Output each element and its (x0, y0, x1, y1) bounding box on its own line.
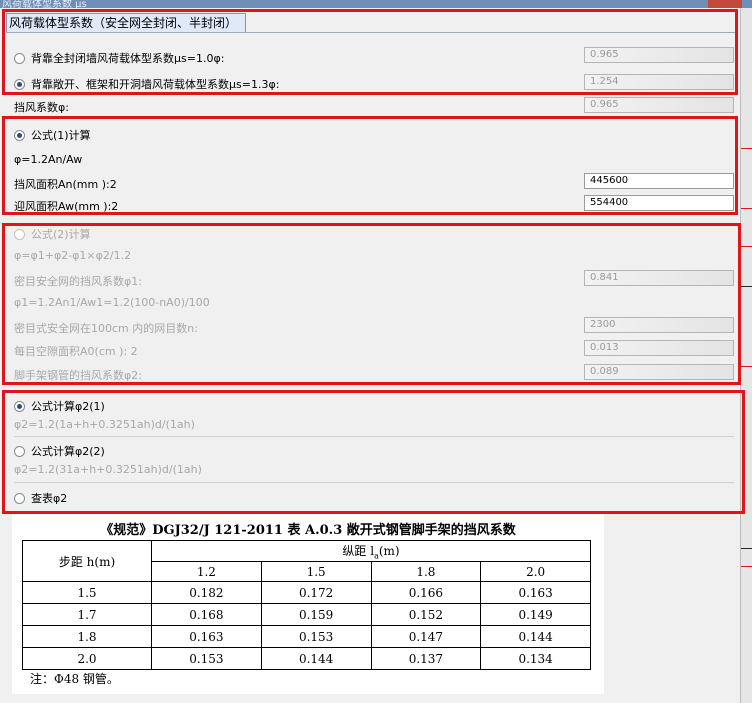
col-group-header: 纵距 la(m) (151, 540, 591, 562)
highlight-box (2, 116, 738, 215)
side-marker (741, 366, 752, 367)
table-cell: 0.147 (370, 625, 482, 648)
table-cell: 0.149 (480, 603, 591, 626)
table-cell: 0.163 (480, 581, 591, 604)
side-marker (741, 566, 752, 567)
window-close-button[interactable] (708, 0, 742, 8)
col-header: 1.5 (260, 561, 372, 582)
table-cell: 0.168 (151, 603, 262, 626)
table-row: 1.5 0.182 0.172 0.166 0.163 (22, 581, 591, 604)
row-header: 步距 h(m) (22, 540, 152, 582)
table-cell: 0.153 (151, 647, 262, 670)
table-cell: 0.137 (370, 647, 482, 670)
highlight-box (2, 390, 745, 514)
table-cell: 0.182 (151, 581, 262, 604)
table-cell: 0.159 (260, 603, 372, 626)
table-cell: 0.152 (370, 603, 482, 626)
window-titlebar: 风荷载体型系数 μs (0, 0, 752, 10)
table-row: 1.8 0.163 0.153 0.147 0.144 (22, 625, 591, 648)
table-row: 2.0 0.153 0.144 0.137 0.134 (22, 647, 591, 670)
table-title: 《规范》DGJ32/J 121-2011 表 A.0.3 敞开式钢管脚手架的挡风… (100, 523, 516, 538)
table-cell: 0.144 (260, 647, 372, 670)
col-header: 1.8 (370, 561, 482, 582)
highlight-box (2, 223, 741, 385)
col-group-header-text: 纵距 l (342, 543, 375, 558)
right-side-panel (740, 8, 752, 703)
row-label: 1.7 (22, 603, 152, 626)
col-header: 1.2 (151, 561, 262, 582)
col-group-header-unit: (m) (378, 543, 400, 558)
side-marker (741, 208, 752, 209)
col-header: 2.0 (480, 561, 591, 582)
shield-coefficient-label: 挡风系数φ: (14, 101, 69, 114)
table-cell: 0.153 (260, 625, 372, 648)
row-label: 1.8 (22, 625, 152, 648)
table-cell: 0.166 (370, 581, 482, 604)
shield-coefficient-table: 步距 h(m) 纵距 la(m) 1.2 1.5 1.8 2.0 1.5 0.1… (22, 540, 591, 670)
row-label: 2.0 (22, 647, 152, 670)
highlight-box (2, 9, 738, 95)
shield-coefficient-value: 0.965 (584, 97, 734, 113)
table-cell: 0.163 (151, 625, 262, 648)
row-label: 1.5 (22, 581, 152, 604)
table-note: 注：Φ48 钢管。 (30, 672, 119, 686)
table-row: 1.7 0.168 0.159 0.152 0.149 (22, 603, 591, 626)
side-marker (741, 246, 752, 247)
table-cell: 0.172 (260, 581, 372, 604)
side-marker (741, 148, 752, 149)
side-marker (741, 286, 752, 287)
side-marker (741, 548, 752, 549)
table-cell: 0.134 (480, 647, 591, 670)
table-cell: 0.144 (480, 625, 591, 648)
